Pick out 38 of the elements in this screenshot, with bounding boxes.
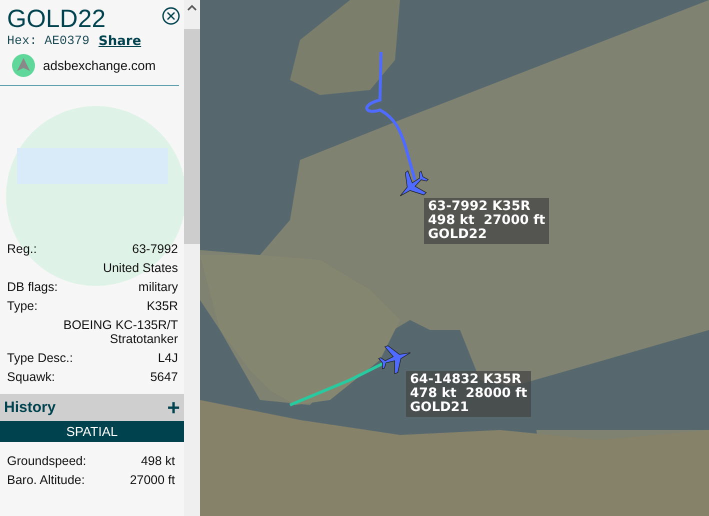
field-label: Groundspeed: — [7, 454, 86, 468]
label-line: 478 kt 28000 ft — [410, 387, 528, 401]
field-value: L4J — [158, 351, 178, 365]
field-value: K35R — [146, 299, 178, 313]
logo-icon — [12, 54, 35, 77]
field-value: 63-7992 — [132, 242, 178, 256]
scrollbar[interactable] — [184, 0, 200, 516]
expand-button[interactable]: + — [167, 398, 180, 418]
aircraft-label[interactable]: 64-14832 K35R 478 kt 28000 ft GOLD21 — [406, 371, 532, 417]
field-label: Type Desc.: — [7, 351, 73, 365]
label-line: GOLD22 — [428, 228, 488, 242]
airplane-icon[interactable] — [400, 170, 429, 196]
field-value: BOEING KC-135R/T Stratotanker — [63, 318, 178, 346]
field-label: Type: — [7, 299, 38, 315]
hex-code: Hex: AE0379 — [7, 34, 90, 49]
field-value: 498 kt — [140, 454, 175, 468]
field-label: Baro. Altitude: — [7, 473, 85, 487]
source-site: adsbexchange.com — [43, 58, 156, 73]
field-value: United States — [102, 261, 178, 275]
history-heading: History — [4, 399, 56, 416]
field-label: Reg.: — [7, 242, 37, 258]
scroll-thumb[interactable] — [184, 29, 200, 244]
field-label: DB flags: — [7, 280, 58, 294]
scroll-up-icon[interactable] — [187, 4, 197, 12]
label-line: GOLD21 — [410, 401, 470, 415]
field-value: military — [138, 280, 178, 294]
close-icon[interactable] — [162, 7, 180, 25]
airplane-icon[interactable] — [378, 345, 411, 374]
field-value: 27000 ft — [130, 473, 175, 487]
callsign-title: GOLD22 — [7, 4, 106, 34]
label-line: 64-14832 K35R — [410, 373, 522, 387]
label-line: 498 kt 27000 ft — [428, 214, 546, 228]
field-label: Squawk: — [7, 370, 55, 384]
aircraft-label[interactable]: 63-7992 K35R 498 kt 27000 ft GOLD22 — [424, 198, 550, 244]
share-link[interactable]: Share — [98, 34, 142, 49]
label-line: 63-7992 K35R — [428, 200, 532, 214]
spatial-tab[interactable]: SPATIAL — [0, 421, 184, 442]
field-value: 5647 — [150, 370, 178, 384]
